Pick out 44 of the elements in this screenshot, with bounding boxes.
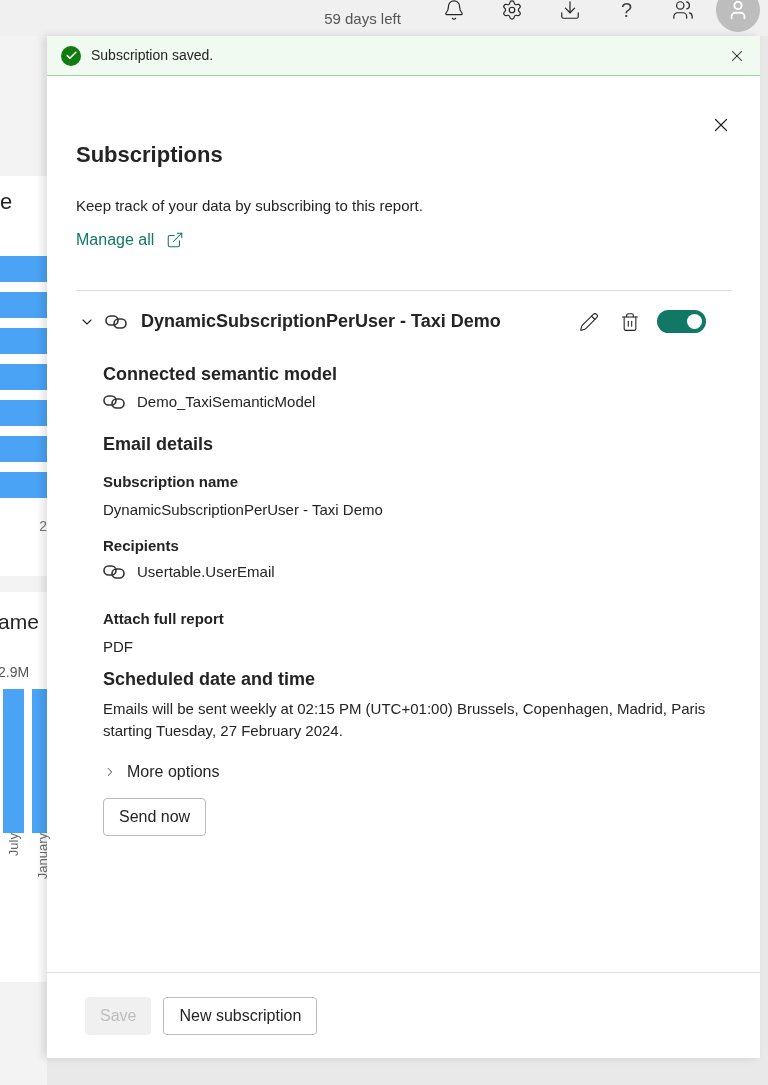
linked-field-value: Usertable.UserEmail <box>137 562 275 582</box>
delete-icon[interactable] <box>620 311 640 332</box>
axis-label: July <box>4 833 22 859</box>
field-value: Emails will be sent weekly at 02:15 PM (UTC+01:00) Brussels, Copenhagen, Madrid, Paris starting Tuesday, 27 February 2024. <box>103 698 707 741</box>
manage-all-link[interactable]: Manage all <box>76 227 185 252</box>
link-icon <box>105 313 127 330</box>
axis-label: January <box>33 833 51 882</box>
download-icon[interactable] <box>558 0 581 21</box>
new-subscription-button[interactable]: New subscription <box>163 996 318 1035</box>
field-label: Attach full report <box>103 608 225 629</box>
chart-bar <box>0 364 47 390</box>
chart-bar <box>0 292 47 318</box>
field-label: Subscription name <box>103 472 240 492</box>
section-heading: Email details <box>103 433 215 456</box>
chart-bar <box>0 400 47 426</box>
panel-title: Subscriptions <box>76 141 224 169</box>
enable-switch[interactable] <box>657 310 706 333</box>
chart-bar <box>0 436 47 462</box>
notification-icon[interactable] <box>442 0 465 21</box>
link-icon <box>103 564 125 581</box>
panel-description: Keep track of your data by subscribing to this report. <box>76 196 424 216</box>
field-value: DynamicSubscriptionPerUser - Taxi Demo <box>103 500 384 520</box>
send-now-button[interactable]: Send now <box>103 797 207 836</box>
chart-bar <box>0 256 47 282</box>
success-icon <box>61 45 81 66</box>
chart-bar <box>0 328 47 354</box>
subscription-title: DynamicSubscriptionPerUser - Taxi Demo <box>141 310 501 333</box>
linked-field-value: Demo_TaxiSemanticModel <box>137 391 316 412</box>
axis-label: 2 <box>39 517 47 536</box>
trial-status: 59 days left <box>324 8 401 29</box>
people-icon[interactable] <box>672 0 694 21</box>
external-link-icon <box>166 230 185 249</box>
section-heading: Connected semantic model <box>103 362 339 386</box>
field-label: Recipients <box>103 536 180 556</box>
settings-icon[interactable] <box>500 0 523 21</box>
link-icon <box>103 393 125 410</box>
edit-icon[interactable] <box>579 311 599 332</box>
toast-message: Subscription saved. <box>91 46 214 65</box>
more-options-toggle[interactable]: More options <box>127 759 220 784</box>
field-value: PDF <box>103 636 134 657</box>
card-title: e <box>0 188 13 216</box>
section-heading: Scheduled date and time <box>103 667 317 691</box>
help-button[interactable]: ? <box>620 0 632 25</box>
chart-bar <box>0 472 47 498</box>
